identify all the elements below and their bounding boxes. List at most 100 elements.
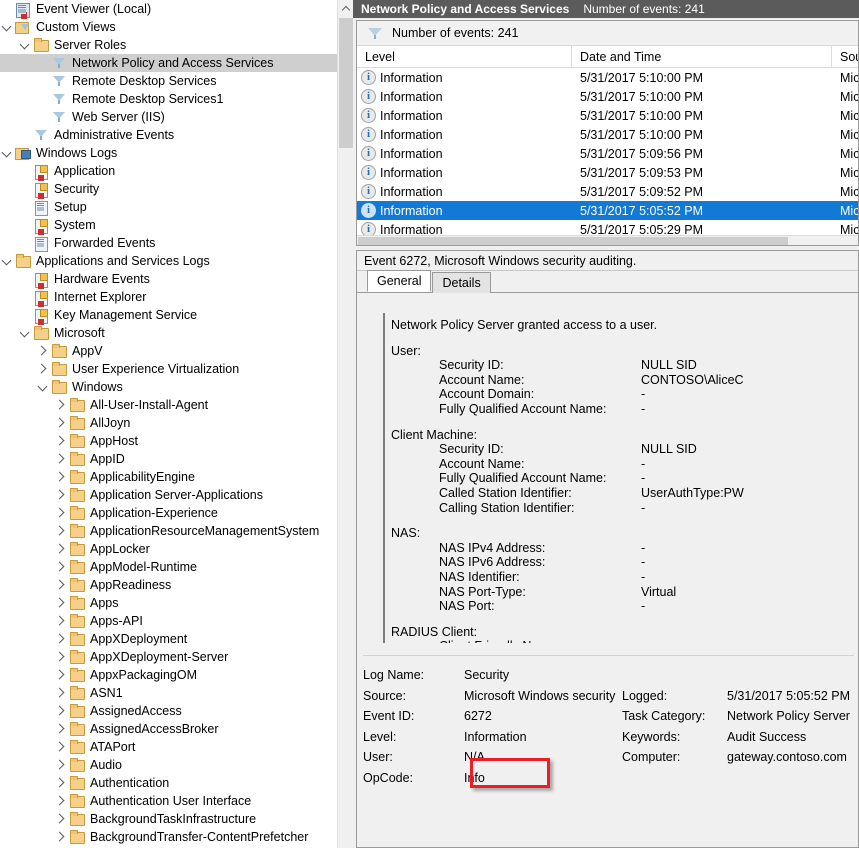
chevron-right-icon[interactable] <box>54 648 68 666</box>
chevron-right-icon[interactable] <box>54 450 68 468</box>
chevron-down-icon[interactable] <box>18 324 32 342</box>
chevron-right-icon[interactable] <box>54 432 68 450</box>
tree-item-microsoft[interactable]: Microsoft <box>0 324 337 342</box>
event-list-horizontal-scrollbar[interactable] <box>357 235 858 245</box>
chevron-down-icon[interactable] <box>0 18 14 36</box>
tree-item-forwarded-events[interactable]: Forwarded Events <box>0 234 337 252</box>
chevron-right-icon[interactable] <box>54 576 68 594</box>
chevron-right-icon[interactable] <box>54 612 68 630</box>
tree-item-appmodel-runtime[interactable]: AppModel-Runtime <box>0 558 337 576</box>
event-list-row[interactable]: Information5/31/2017 5:10:00 PMMicr <box>357 68 858 87</box>
tree-vertical-scrollbar[interactable] <box>337 0 353 848</box>
tree-item-application[interactable]: Application <box>0 162 337 180</box>
tree-item-applications-and-services-logs[interactable]: Applications and Services Logs <box>0 252 337 270</box>
tree-item-apps-api[interactable]: Apps-API <box>0 612 337 630</box>
chevron-right-icon[interactable] <box>54 594 68 612</box>
chevron-right-icon[interactable] <box>54 756 68 774</box>
tree-item-windows[interactable]: Windows <box>0 378 337 396</box>
event-list-row[interactable]: Information5/31/2017 5:09:53 PMMicr <box>357 163 858 182</box>
tree-item-authentication-user-interface[interactable]: Authentication User Interface <box>0 792 337 810</box>
chevron-right-icon[interactable] <box>36 342 50 360</box>
chevron-right-icon[interactable] <box>54 810 68 828</box>
tree-item-windows-logs[interactable]: Windows Logs <box>0 144 337 162</box>
tree-item-internet-explorer[interactable]: Internet Explorer <box>0 288 337 306</box>
tree-item-backgroundtransfer-contentprefetcher[interactable]: BackgroundTransfer-ContentPrefetcher <box>0 828 337 846</box>
tab-details[interactable]: Details <box>432 272 490 293</box>
chevron-down-icon[interactable] <box>0 144 14 162</box>
tree-item-application-server-applications[interactable]: Application Server-Applications <box>0 486 337 504</box>
tree-item-appxdeployment-server[interactable]: AppXDeployment-Server <box>0 648 337 666</box>
tree-item-applocker[interactable]: AppLocker <box>0 540 337 558</box>
chevron-right-icon[interactable] <box>54 792 68 810</box>
chevron-right-icon[interactable] <box>36 360 50 378</box>
chevron-right-icon[interactable] <box>54 684 68 702</box>
chevron-right-icon[interactable] <box>54 540 68 558</box>
console-tree[interactable]: Event Viewer (Local)Custom ViewsServer R… <box>0 0 337 848</box>
tree-item-appid[interactable]: AppID <box>0 450 337 468</box>
tree-item-appreadiness[interactable]: AppReadiness <box>0 576 337 594</box>
tree-item-server-roles[interactable]: Server Roles <box>0 36 337 54</box>
tree-item-appv[interactable]: AppV <box>0 342 337 360</box>
tree-item-security[interactable]: Security <box>0 180 337 198</box>
chevron-right-icon[interactable] <box>54 738 68 756</box>
tree-item-custom-views[interactable]: Custom Views <box>0 18 337 36</box>
tree-item-key-management-service[interactable]: Key Management Service <box>0 306 337 324</box>
chevron-right-icon[interactable] <box>54 774 68 792</box>
tree-item-remote-desktop-services1[interactable]: Remote Desktop Services1 <box>0 90 337 108</box>
tree-item-assignedaccessbroker[interactable]: AssignedAccessBroker <box>0 720 337 738</box>
tree-item-network-policy-and-access-services[interactable]: Network Policy and Access Services <box>0 54 337 72</box>
event-list-row[interactable]: Information5/31/2017 5:05:52 PMMicr <box>357 201 858 220</box>
chevron-right-icon[interactable] <box>54 414 68 432</box>
chevron-right-icon[interactable] <box>54 486 68 504</box>
tree-item-assignedaccess[interactable]: AssignedAccess <box>0 702 337 720</box>
column-header-source[interactable]: Sour <box>832 46 859 68</box>
tree-item-audio[interactable]: Audio <box>0 756 337 774</box>
filter-summary-bar[interactable]: Number of events: 241 <box>357 21 858 46</box>
event-detail-tabs[interactable]: GeneralDetails <box>357 271 858 293</box>
tree-item-all-user-install-agent[interactable]: All-User-Install-Agent <box>0 396 337 414</box>
tree-item-alljoyn[interactable]: AllJoyn <box>0 414 337 432</box>
chevron-right-icon[interactable] <box>54 396 68 414</box>
chevron-right-icon[interactable] <box>54 702 68 720</box>
tree-item-asn1[interactable]: ASN1 <box>0 684 337 702</box>
event-list-row[interactable]: Information5/31/2017 5:10:00 PMMicr <box>357 106 858 125</box>
chevron-right-icon[interactable] <box>54 666 68 684</box>
tree-item-apphost[interactable]: AppHost <box>0 432 337 450</box>
tree-scrollbar-thumb[interactable] <box>339 18 353 148</box>
chevron-down-icon[interactable] <box>0 252 14 270</box>
tree-item-setup[interactable]: Setup <box>0 198 337 216</box>
tree-item-ataport[interactable]: ATAPort <box>0 738 337 756</box>
column-header-date-and-time[interactable]: Date and Time <box>572 46 832 68</box>
event-list-hscroll-thumb[interactable] <box>358 237 788 245</box>
tab-general[interactable]: General <box>367 270 431 292</box>
tree-item-hardware-events[interactable]: Hardware Events <box>0 270 337 288</box>
event-list-row[interactable]: Information5/31/2017 5:10:00 PMMicr <box>357 87 858 106</box>
chevron-right-icon[interactable] <box>54 828 68 846</box>
tree-item-applicabilityengine[interactable]: ApplicabilityEngine <box>0 468 337 486</box>
tree-item-applicationresourcemanagementsystem[interactable]: ApplicationResourceManagementSystem <box>0 522 337 540</box>
chevron-right-icon[interactable] <box>54 720 68 738</box>
chevron-right-icon[interactable] <box>54 468 68 486</box>
tree-item-remote-desktop-services[interactable]: Remote Desktop Services <box>0 72 337 90</box>
chevron-right-icon[interactable] <box>54 504 68 522</box>
tree-item-event-viewer-local[interactable]: Event Viewer (Local) <box>0 0 337 18</box>
tree-item-apps[interactable]: Apps <box>0 594 337 612</box>
tree-item-administrative-events[interactable]: Administrative Events <box>0 126 337 144</box>
tree-item-backgroundtaskinfrastructure[interactable]: BackgroundTaskInfrastructure <box>0 810 337 828</box>
column-header-level[interactable]: Level <box>357 46 572 68</box>
tree-item-system[interactable]: System <box>0 216 337 234</box>
tree-item-web-server-iis[interactable]: Web Server (IIS) <box>0 108 337 126</box>
chevron-right-icon[interactable] <box>54 522 68 540</box>
event-list-row[interactable]: Information5/31/2017 5:09:56 PMMicr <box>357 144 858 163</box>
tree-item-appxpackagingom[interactable]: AppxPackagingOM <box>0 666 337 684</box>
tree-item-appxdeployment[interactable]: AppXDeployment <box>0 630 337 648</box>
chevron-right-icon[interactable] <box>54 630 68 648</box>
event-list-row[interactable]: Information5/31/2017 5:09:52 PMMicr <box>357 182 858 201</box>
scroll-up-arrow-icon[interactable] <box>338 0 353 17</box>
tree-item-user-experience-virtualization[interactable]: User Experience Virtualization <box>0 360 337 378</box>
chevron-right-icon[interactable] <box>54 558 68 576</box>
tree-item-authentication[interactable]: Authentication <box>0 774 337 792</box>
event-list-row[interactable]: Information5/31/2017 5:10:00 PMMicr <box>357 125 858 144</box>
chevron-down-icon[interactable] <box>18 36 32 54</box>
chevron-down-icon[interactable] <box>36 378 50 396</box>
